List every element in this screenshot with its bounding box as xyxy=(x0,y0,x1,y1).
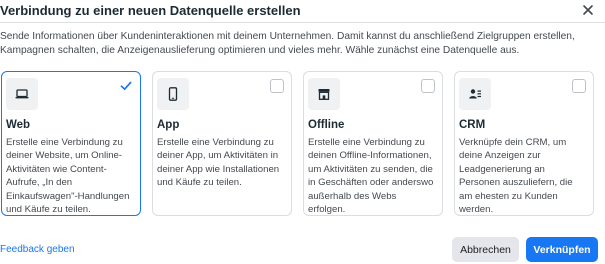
contacts-icon xyxy=(459,78,491,110)
card-checkbox-offline[interactable] xyxy=(421,79,435,93)
source-card-offline[interactable]: Offline Erstelle eine Verbindung zu dein… xyxy=(303,71,443,216)
card-description-app: Erstelle eine Verbindung zu deiner App, … xyxy=(157,137,280,189)
card-description-web: Erstelle eine Verbindung zu deiner Websi… xyxy=(6,137,130,216)
card-description-offline: Erstelle eine Verbindung zu deinen Offli… xyxy=(308,137,434,216)
checkmark-icon xyxy=(120,81,132,91)
header-divider xyxy=(0,22,605,23)
source-card-crm[interactable]: CRM Verknüpfe dein CRM, um deine Anzeige… xyxy=(454,71,594,216)
feedback-link[interactable]: Feedback geben xyxy=(0,244,75,255)
card-title-offline: Offline xyxy=(308,119,345,131)
card-description-crm: Verknüpfe dein CRM, um deine Anzeigen zu… xyxy=(459,137,573,216)
dialog-title: Verbindung zu einer neuen Datenquelle er… xyxy=(0,3,301,18)
card-checkbox-crm[interactable] xyxy=(572,79,586,93)
card-title-app: App xyxy=(157,119,180,131)
card-checkbox-app[interactable] xyxy=(270,79,284,93)
mobile-icon xyxy=(157,78,189,110)
laptop-icon xyxy=(6,78,38,110)
card-checkbox-web[interactable] xyxy=(119,79,133,93)
source-card-web[interactable]: Web Erstelle eine Verbindung zu deiner W… xyxy=(1,71,141,216)
connect-button[interactable]: Verknüpfen xyxy=(526,237,598,262)
dialog-description: Sende Informationen über Kundeninterakti… xyxy=(0,31,575,56)
store-icon xyxy=(308,78,340,110)
close-icon[interactable] xyxy=(582,4,594,16)
card-title-crm: CRM xyxy=(459,119,486,131)
card-title-web: Web xyxy=(6,119,31,131)
source-card-app[interactable]: App Erstelle eine Verbindung zu deiner A… xyxy=(152,71,292,216)
cancel-button[interactable]: Abbrechen xyxy=(452,237,519,262)
